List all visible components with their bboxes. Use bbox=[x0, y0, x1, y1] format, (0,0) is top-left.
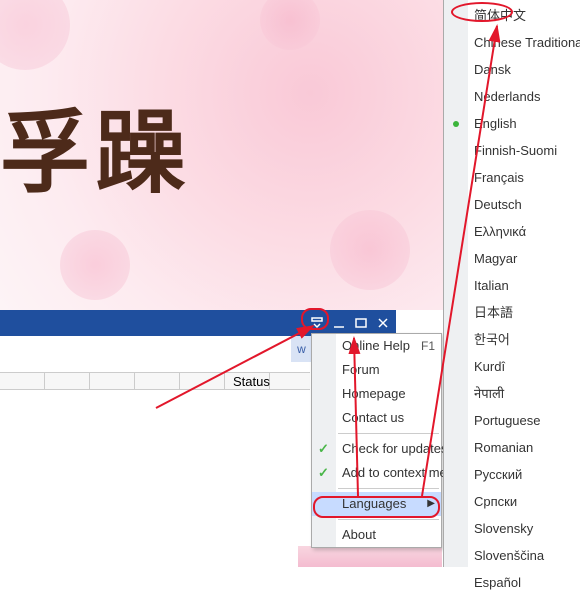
language-label: Kurdî bbox=[474, 359, 505, 374]
language-label: 简体中文 bbox=[474, 8, 526, 23]
flower-decoration bbox=[0, 0, 70, 70]
language-item[interactable]: Kurdî bbox=[444, 353, 580, 380]
language-label: Español bbox=[474, 575, 521, 590]
menu-contact-us[interactable]: Contact us bbox=[312, 406, 441, 430]
language-label: नेपाली bbox=[474, 386, 504, 401]
flower-decoration bbox=[60, 230, 130, 300]
language-item[interactable]: Français bbox=[444, 164, 580, 191]
language-item[interactable]: Magyar bbox=[444, 245, 580, 272]
menu-label: Forum bbox=[342, 358, 380, 382]
language-label: 日本語 bbox=[474, 305, 513, 320]
language-label: Romanian bbox=[474, 440, 533, 455]
menu-homepage[interactable]: Homepage bbox=[312, 382, 441, 406]
language-label: Portuguese bbox=[474, 413, 541, 428]
statusbar-status: Status bbox=[225, 373, 270, 389]
language-submenu: 简体中文 Chinese Traditional Dansk Nederlands En… bbox=[443, 0, 580, 567]
language-item[interactable]: Finnish-Suomi bbox=[444, 137, 580, 164]
menu-online-help[interactable]: Online Help F1 bbox=[312, 334, 441, 358]
flower-decoration bbox=[330, 210, 410, 290]
language-item[interactable]: Español bbox=[444, 569, 580, 596]
w-label: w bbox=[291, 336, 313, 362]
language-label: English bbox=[474, 116, 517, 131]
check-icon: ✓ bbox=[318, 461, 329, 485]
menu-separator bbox=[338, 433, 439, 434]
language-label: Slovensky bbox=[474, 521, 533, 536]
menu-label: Homepage bbox=[342, 382, 406, 406]
menu-separator bbox=[338, 519, 439, 520]
statusbar-cell bbox=[180, 373, 225, 389]
status-label: Status bbox=[233, 374, 270, 389]
menu-languages[interactable]: Languages ▶ bbox=[312, 492, 441, 516]
menu-add-context[interactable]: ✓ Add to context menu bbox=[312, 461, 441, 485]
language-label: 한국어 bbox=[474, 332, 510, 347]
language-item[interactable]: 日本語 bbox=[444, 299, 580, 326]
statusbar-cell bbox=[90, 373, 135, 389]
language-item[interactable]: Portuguese bbox=[444, 407, 580, 434]
menu-shortcut: F1 bbox=[421, 334, 435, 358]
menu-about[interactable]: About bbox=[312, 523, 441, 547]
wallpaper: 孚躁 bbox=[0, 0, 443, 310]
language-item[interactable]: Dansk bbox=[444, 56, 580, 83]
language-item[interactable]: Српски bbox=[444, 488, 580, 515]
menu-separator bbox=[338, 488, 439, 489]
close-icon[interactable] bbox=[376, 316, 390, 330]
language-item[interactable]: Slovenščina bbox=[444, 542, 580, 569]
statusbar-cell bbox=[135, 373, 180, 389]
check-icon: ✓ bbox=[318, 437, 329, 461]
language-item[interactable]: नेपाली bbox=[444, 380, 580, 407]
language-item[interactable]: English bbox=[444, 110, 580, 137]
language-item[interactable]: 简体中文 bbox=[444, 2, 580, 29]
flower-decoration bbox=[260, 0, 320, 50]
statusbar-cell bbox=[0, 373, 45, 389]
language-label: Deutsch bbox=[474, 197, 522, 212]
language-item[interactable]: Romanian bbox=[444, 434, 580, 461]
active-dot-icon bbox=[453, 121, 459, 127]
language-item[interactable]: Русский bbox=[444, 461, 580, 488]
language-item[interactable]: Ελληνικά bbox=[444, 218, 580, 245]
thumbnail-image bbox=[298, 546, 442, 567]
maximize-icon[interactable] bbox=[354, 316, 368, 330]
language-label: Nederlands bbox=[474, 89, 541, 104]
language-label: Italian bbox=[474, 278, 509, 293]
menu-label: Contact us bbox=[342, 406, 404, 430]
language-label: Finnish-Suomi bbox=[474, 143, 557, 158]
language-label: Français bbox=[474, 170, 524, 185]
language-label: Русский bbox=[474, 467, 522, 482]
menu-label: About bbox=[342, 523, 376, 547]
wallpaper-text: 孚躁 bbox=[0, 80, 192, 210]
menu-label: Languages bbox=[342, 492, 406, 516]
menu-forum[interactable]: Forum bbox=[312, 358, 441, 382]
statusbar-cell bbox=[45, 373, 90, 389]
menu-label: Online Help bbox=[342, 334, 410, 358]
language-label: Ελληνικά bbox=[474, 224, 526, 239]
statusbar: Status bbox=[0, 372, 310, 390]
language-label: Dansk bbox=[474, 62, 511, 77]
language-item[interactable]: 한국어 bbox=[444, 326, 580, 353]
language-label: Српски bbox=[474, 494, 517, 509]
submenu-arrow-icon: ▶ bbox=[427, 492, 435, 516]
language-item[interactable]: Chinese Traditional bbox=[444, 29, 580, 56]
minimize-icon[interactable] bbox=[332, 316, 346, 330]
language-label: Chinese Traditional bbox=[474, 35, 580, 50]
dropdown-icon[interactable] bbox=[310, 316, 324, 330]
language-item[interactable]: Slovensky bbox=[444, 515, 580, 542]
language-item[interactable]: Nederlands bbox=[444, 83, 580, 110]
language-label: Magyar bbox=[474, 251, 517, 266]
language-label: Slovenščina bbox=[474, 548, 544, 563]
language-item[interactable]: Italian bbox=[444, 272, 580, 299]
menu-check-updates[interactable]: ✓ Check for updates bbox=[312, 437, 441, 461]
main-dropdown-menu: Online Help F1 Forum Homepage Contact us… bbox=[311, 333, 442, 548]
menu-label: Check for updates bbox=[342, 437, 448, 461]
language-item[interactable]: Deutsch bbox=[444, 191, 580, 218]
